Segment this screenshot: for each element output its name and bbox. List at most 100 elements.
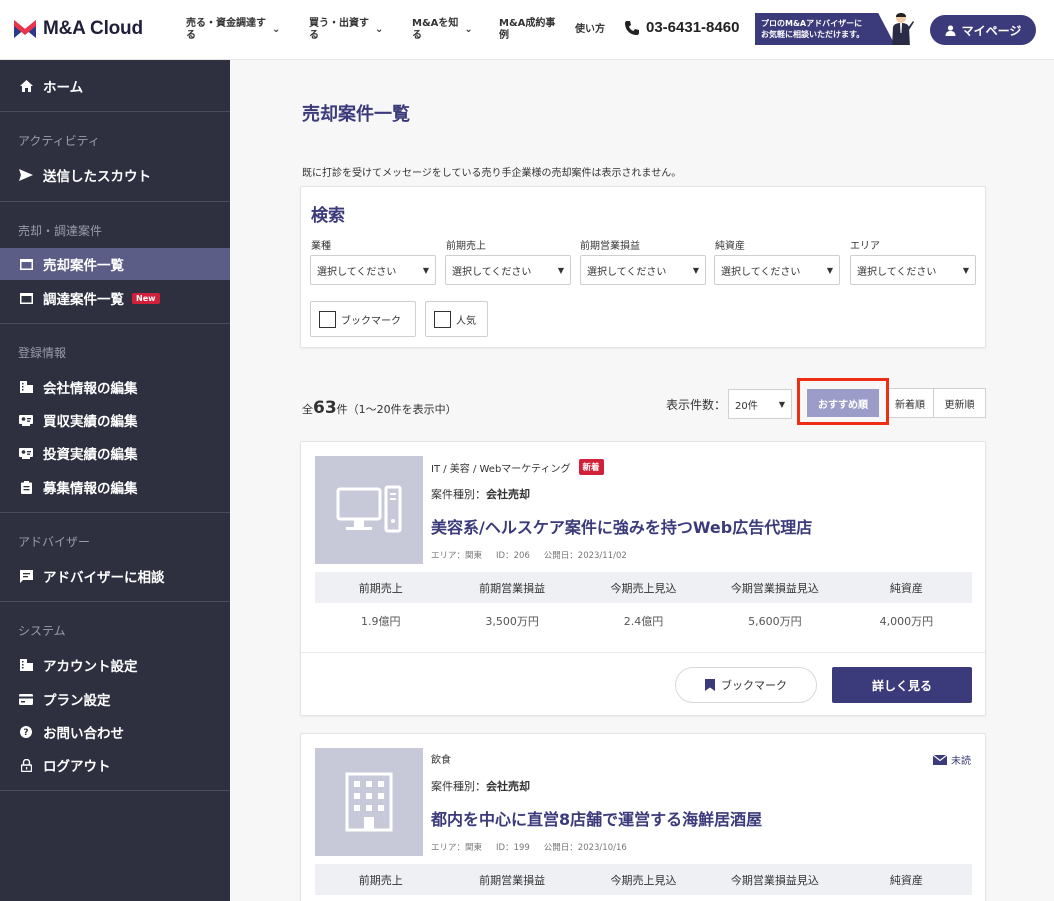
sidebar-item-consult[interactable]: アドバイザーに相談 (0, 564, 230, 588)
deal-title[interactable]: 美容系/ヘルスケア案件に強みを持つWeb広告代理店 (431, 514, 812, 538)
building-icon (18, 659, 34, 671)
filter-select-revenue[interactable]: 選択してください ▼ (445, 255, 571, 285)
deal-id: ID：199 (496, 843, 530, 853)
filter-checkbox-popular[interactable]: 人気 (425, 301, 488, 337)
checkbox-box (319, 310, 336, 328)
nav-learn-label: M&Aを知 (412, 18, 459, 29)
caret-down-icon: ▼ (422, 265, 429, 275)
financial-value: 1.9億円 (360, 615, 401, 628)
nav-cases[interactable]: M&A成約事例 (499, 18, 555, 42)
id-card-icon (18, 414, 34, 426)
sidebar-item-plan[interactable]: プラン設定 (0, 687, 230, 711)
financial-header: 今期売上見込 (610, 581, 677, 595)
sidebar-item-account[interactable]: アカウント設定 (0, 653, 230, 677)
per-page-select[interactable]: 20件 ▼ (728, 389, 792, 419)
page-title: 売却案件一覧 (302, 104, 410, 125)
financial-header: 前期売上 (358, 581, 403, 595)
bookmark-label: ブックマーク (721, 679, 787, 692)
sidebar-item-label: 投資実績の編集 (43, 447, 138, 463)
deal-meta: エリア：関東 ID：206 公開日：2023/11/02 (431, 549, 641, 561)
banner-line-1: プロのM&Aアドバイザーに (761, 19, 863, 28)
advisor-banner[interactable]: プロのM&Aアドバイザーに お気軽に相談いただけます。 (755, 13, 919, 45)
deal-type: 案件種別：会社売却 (431, 778, 530, 794)
nav-buy[interactable]: 買う・出資する ⌄ (309, 18, 383, 42)
deal-type-value: 会社売却 (486, 488, 530, 501)
sidebar-item-recruit-edit[interactable]: 募集情報の編集 (0, 475, 230, 499)
sidebar-item-company-edit[interactable]: 会社情報の編集 (0, 375, 230, 399)
filter-select-net-assets[interactable]: 選択してください ▼ (714, 255, 840, 285)
deal-type-label: 案件種別： (431, 780, 486, 793)
building-icon (18, 381, 34, 393)
deal-area: エリア：関東 (431, 551, 483, 561)
sidebar-item-sell-list[interactable]: 売却案件一覧 (0, 248, 230, 280)
sidebar-item-contact[interactable]: ? お問い合わせ (0, 720, 230, 744)
detail-button[interactable]: 詳しく見る (832, 667, 972, 703)
clipboard-icon (18, 480, 34, 494)
nav-learn[interactable]: M&Aを知る ⌄ (412, 18, 473, 42)
sidebar-item-sent-scout[interactable]: 送信したスカウト (0, 163, 230, 187)
new-badge: 新着 (578, 459, 604, 475)
filter-select-industry[interactable]: 選択してください ▼ (310, 255, 436, 285)
deal-card[interactable]: 飲食 未読 案件種別：会社売却 都内を中心に直営8店舗で運営する海鮮居酒屋 エリ… (300, 733, 986, 901)
sidebar: ホーム アクティビティ 送信したスカウト 売却・調達案件 売却案件一覧 調達案件… (0, 60, 230, 901)
filter-select-area[interactable]: 選択してください ▼ (850, 255, 976, 285)
deal-title[interactable]: 都内を中心に直営8店舗で運営する海鮮居酒屋 (431, 806, 762, 830)
financial-header: 前期営業損益 (479, 581, 546, 595)
caret-down-icon: ▼ (692, 265, 699, 275)
filter-select-operating-profit[interactable]: 選択してください ▼ (580, 255, 706, 285)
new-badge: New (132, 292, 160, 304)
sidebar-item-home[interactable]: ホーム (0, 74, 230, 98)
select-value: 20件 (735, 400, 758, 412)
nav-buy-label-2: る (309, 30, 319, 41)
credit-card-icon (18, 693, 34, 705)
sidebar-item-investment-edit[interactable]: 投資実績の編集 (0, 441, 230, 465)
sidebar-item-acquisition-edit[interactable]: 買収実績の編集 (0, 408, 230, 432)
filter-label-industry: 業種 (311, 241, 331, 252)
office-building-icon (345, 772, 393, 832)
nav-howto[interactable]: 使い方 (575, 24, 605, 36)
financial-header: 今期売上見込 (610, 873, 677, 887)
banner-line-2: お気軽に相談いただけます。 (761, 30, 865, 39)
financial-header-row: 前期売上 前期営業損益 今期売上見込 今期営業損益見込 純資産 (315, 572, 972, 603)
deal-type: 案件種別：会社売却 (431, 486, 530, 502)
sidebar-item-label: アドバイザーに相談 (43, 570, 165, 586)
bookmark-button[interactable]: ブックマーク (675, 667, 817, 703)
caret-down-icon: ▼ (778, 399, 785, 409)
id-card-icon (18, 447, 34, 459)
deal-published: 公開日：2023/10/16 (543, 843, 627, 853)
nav-learn-label-2: る (412, 30, 422, 41)
sidebar-divider (0, 601, 230, 602)
select-value: 選択してください (721, 266, 801, 278)
financial-header: 前期売上 (358, 873, 403, 887)
financial-value: 3,500万円 (485, 615, 539, 628)
category-text: IT / 美容 / Webマーケティング (431, 463, 571, 475)
logo[interactable]: M&A Cloud (14, 18, 143, 40)
financial-header: 今期営業損益見込 (730, 873, 819, 887)
result-range: （1〜20件を表示中） (347, 403, 457, 416)
sidebar-item-logout[interactable]: ログアウト (0, 753, 230, 777)
sidebar-item-label: プラン設定 (43, 693, 111, 709)
deal-thumbnail (315, 456, 423, 564)
financial-header-row: 前期売上 前期営業損益 今期売上見込 今期営業損益見込 純資産 (315, 864, 972, 895)
deal-card[interactable]: IT / 美容 / Webマーケティング 新着 案件種別：会社売却 美容系/ヘル… (300, 441, 986, 716)
financial-value: 2.4億円 (623, 615, 664, 628)
phone-icon (625, 20, 639, 35)
unread-indicator: 未読 (933, 752, 971, 767)
sidebar-item-fund-list[interactable]: 調達案件一覧 New (0, 286, 230, 310)
sidebar-item-label: ログアウト (43, 759, 111, 775)
filter-checkbox-bookmark[interactable]: ブックマーク (310, 301, 416, 337)
mypage-button[interactable]: マイページ (930, 15, 1036, 45)
sort-newest-button[interactable]: 新着順 (886, 388, 934, 418)
sort-updated-button[interactable]: 更新順 (933, 388, 986, 418)
nav-sell[interactable]: 売る・資金調達する ⌄ (186, 18, 280, 42)
caret-down-icon: ▼ (826, 265, 833, 275)
deal-published: 公開日：2023/11/02 (543, 551, 627, 561)
nav-buy-label: 買う・出資す (309, 18, 369, 29)
sidebar-item-label: 調達案件一覧 (43, 292, 124, 308)
home-icon (18, 80, 34, 92)
chevron-down-icon: ⌄ (464, 24, 473, 35)
filter-label-operating-profit: 前期営業損益 (580, 241, 640, 252)
sidebar-item-label: 会社情報の編集 (43, 381, 138, 397)
phone-number[interactable]: 03-6431-8460 (624, 19, 739, 36)
phone-text: 03-6431-8460 (646, 19, 740, 36)
